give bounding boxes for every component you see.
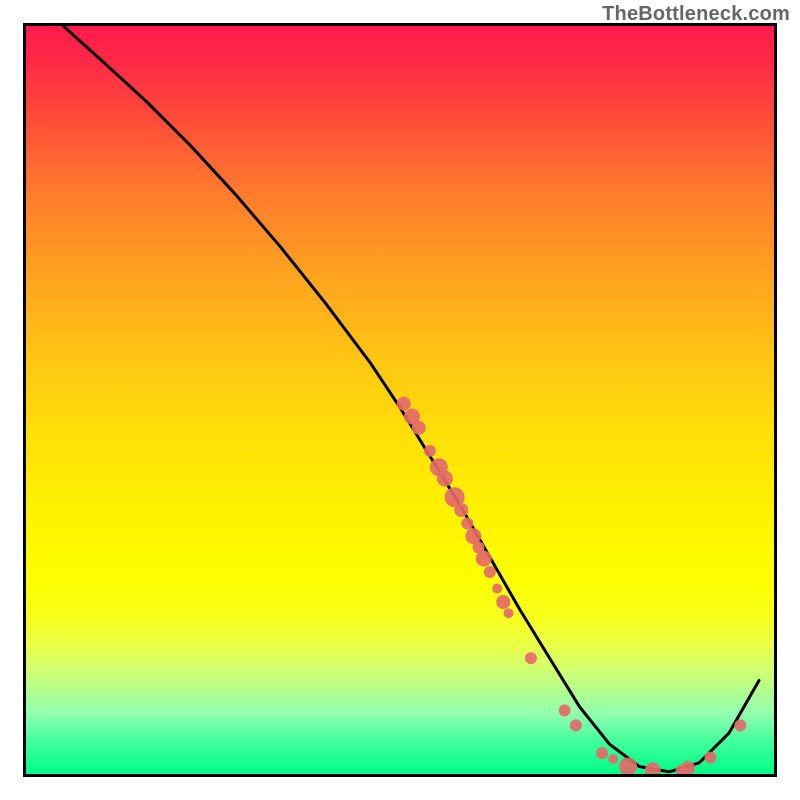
- curve-line: [63, 26, 759, 772]
- plot-area: [23, 23, 777, 777]
- scatter-points: [397, 397, 747, 774]
- chart-svg: [26, 26, 774, 774]
- watermark-text: TheBottleneck.com: [602, 3, 790, 26]
